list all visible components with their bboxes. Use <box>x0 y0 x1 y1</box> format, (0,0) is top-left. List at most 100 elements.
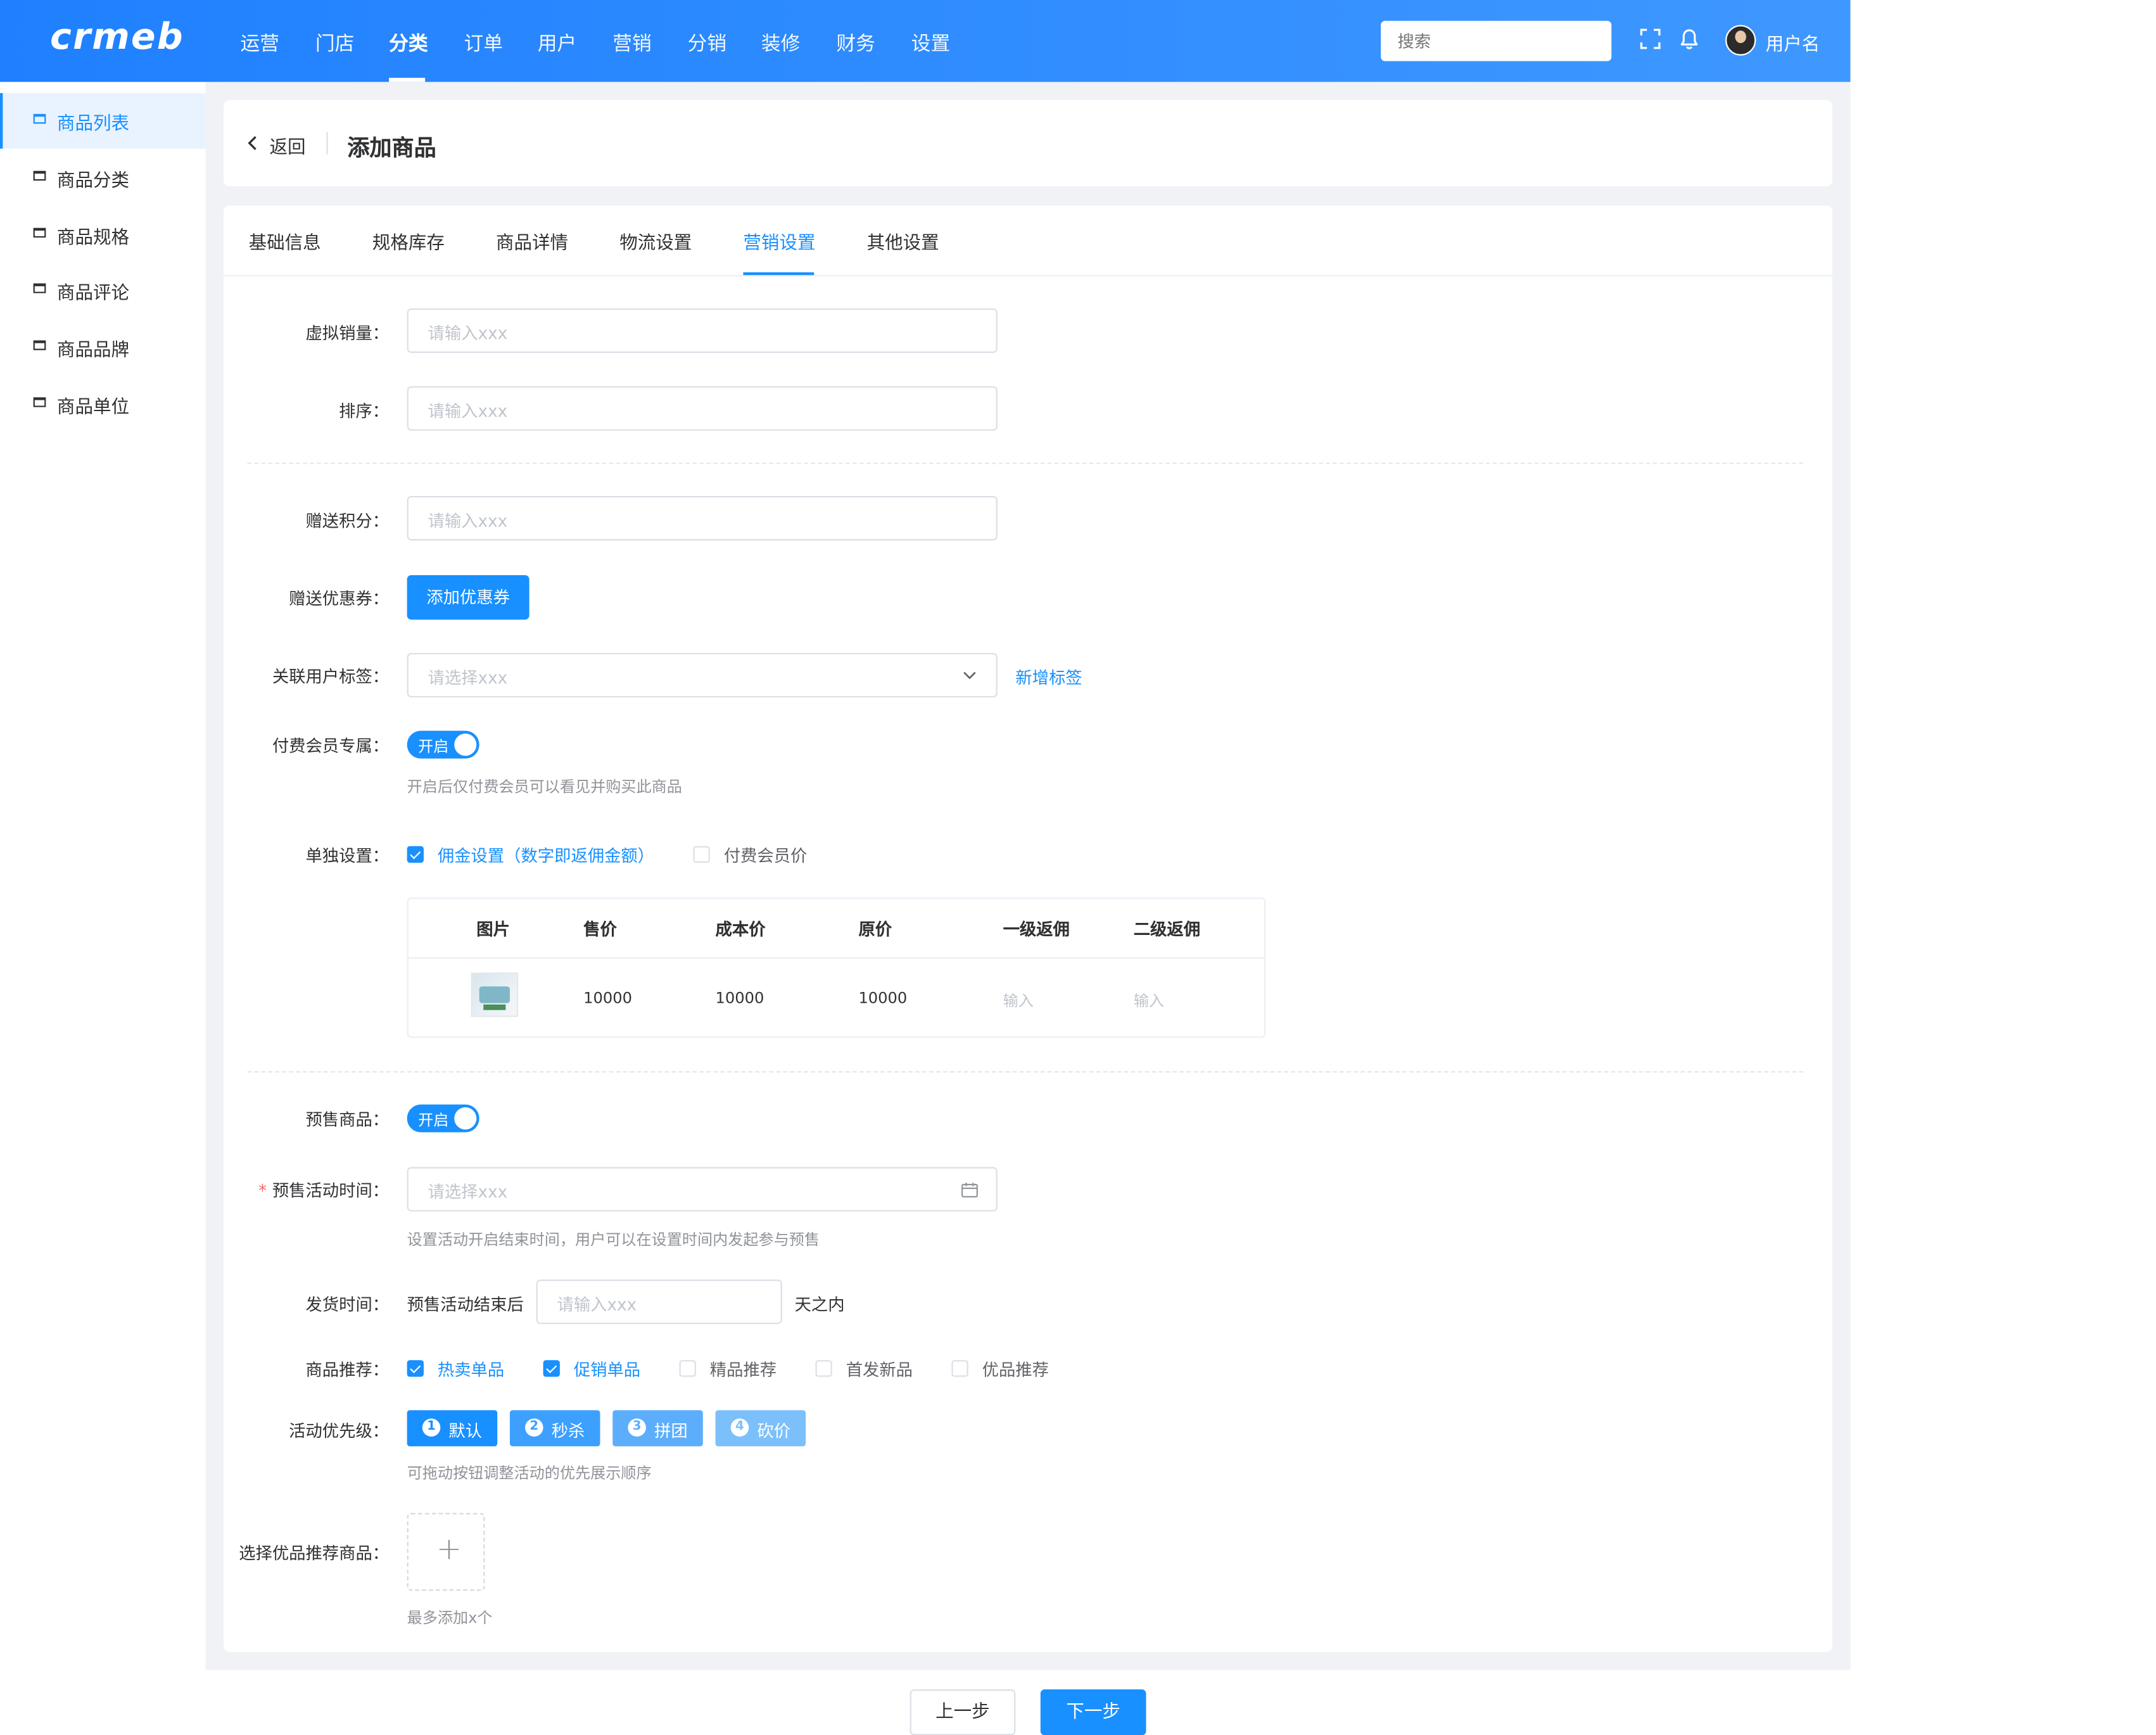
virtual-sales-label: 虚拟销量： <box>305 324 390 343</box>
hot-sale-checkbox-label[interactable]: 热卖单品 <box>438 1357 504 1381</box>
table-cell-cost: 10000 <box>715 989 764 1008</box>
single-setting-label: 单独设置： <box>305 846 390 866</box>
priority-number: 1 <box>422 1418 441 1437</box>
tab-other[interactable]: 其他设置 <box>867 228 939 254</box>
divider <box>326 132 328 155</box>
prev-step-button[interactable]: 上一步 <box>910 1689 1016 1735</box>
sidebar-item-product-spec[interactable]: 商品规格 <box>0 207 206 263</box>
boutique-checkbox[interactable] <box>679 1360 696 1377</box>
presale-time-label: * 预售活动时间： <box>111 1178 389 1202</box>
ship-days-placeholder: 请输入xxx <box>557 1295 637 1314</box>
back-link[interactable]: 返回 <box>270 132 306 158</box>
paid-member-hint: 开启后仅付费会员可以看见并购买此商品 <box>407 778 682 796</box>
points-label: 赠送积分： <box>305 511 390 531</box>
table-header-original: 原价 <box>858 919 892 939</box>
member-price-checkbox[interactable] <box>693 846 710 863</box>
nav-shezhi[interactable]: 设置 <box>911 29 950 57</box>
tab-basic-info[interactable]: 基础信息 <box>249 228 321 254</box>
ship-time-prefix: 预售活动结束后 <box>407 1295 524 1314</box>
priority-label: 活动优先级： <box>289 1421 390 1441</box>
priority-default-button[interactable]: 1 默认 <box>407 1410 498 1447</box>
switch-knob <box>454 734 477 756</box>
priority-group-button[interactable]: 3 拼团 <box>612 1410 703 1447</box>
nav-dingdan[interactable]: 订单 <box>464 29 503 57</box>
bell-icon[interactable] <box>1678 28 1701 50</box>
sidebar-item-label: 商品评论 <box>56 283 130 305</box>
promotion-checkbox-label[interactable]: 促销单品 <box>574 1357 640 1381</box>
nav-fenlei[interactable]: 分类 <box>389 29 428 57</box>
boutique-checkbox-label[interactable]: 精品推荐 <box>710 1357 777 1381</box>
nav-yunying[interactable]: 运营 <box>240 29 279 57</box>
fullscreen-icon[interactable] <box>1639 28 1661 50</box>
level1-commission-input[interactable]: 输入 <box>1003 989 1034 1012</box>
user-tag-placeholder: 请选择xxx <box>428 668 508 688</box>
commission-checkbox-label[interactable]: 佣金设置（数字即返佣金额） <box>438 843 654 867</box>
points-input[interactable]: 请输入xxx <box>407 496 998 541</box>
recommend-label: 商品推荐： <box>305 1360 390 1380</box>
presale-time-picker[interactable]: 请选择xxx <box>407 1167 998 1212</box>
tab-product-detail[interactable]: 商品详情 <box>496 228 568 254</box>
virtual-sales-input[interactable]: 请输入xxx <box>407 308 998 353</box>
table-cell-price: 10000 <box>583 989 632 1008</box>
paid-member-label: 付费会员专属： <box>272 736 390 756</box>
next-step-button[interactable]: 下一步 <box>1040 1689 1146 1735</box>
required-mark: * <box>258 1181 267 1201</box>
priority-number: 4 <box>730 1418 749 1437</box>
window-icon <box>33 170 46 181</box>
quality-checkbox-label[interactable]: 优品推荐 <box>982 1357 1049 1381</box>
sidebar-item-product-category[interactable]: 商品分类 <box>0 150 206 206</box>
table-header-price: 售价 <box>583 919 617 939</box>
sidebar-item-product-list[interactable]: 商品列表 <box>0 92 206 149</box>
table-header-divider <box>408 957 1264 959</box>
product-thumbnail <box>471 972 519 1017</box>
priority-text: 拼团 <box>654 1421 688 1441</box>
tab-active-indicator <box>743 272 815 276</box>
window-icon <box>33 113 46 124</box>
commission-checkbox[interactable] <box>407 846 424 863</box>
quality-checkbox[interactable] <box>951 1360 968 1377</box>
priority-hint: 可拖动按钮调整活动的优先展示顺序 <box>407 1464 652 1483</box>
table-header-cost: 成本价 <box>715 919 766 939</box>
table-header-image: 图片 <box>476 919 510 939</box>
chevron-left-icon[interactable] <box>246 135 260 151</box>
add-coupon-button[interactable]: 添加优惠券 <box>407 575 529 620</box>
presale-switch[interactable]: 开启 <box>407 1104 479 1133</box>
priority-text: 秒杀 <box>551 1421 585 1441</box>
tab-logistics[interactable]: 物流设置 <box>619 228 692 254</box>
hot-sale-checkbox[interactable] <box>407 1360 424 1377</box>
switch-text: 开启 <box>418 737 449 756</box>
sidebar-item-label: 商品规格 <box>56 227 130 249</box>
nav-mendian[interactable]: 门店 <box>315 29 354 57</box>
nav-yonghu[interactable]: 用户 <box>538 29 576 57</box>
level2-commission-input[interactable]: 输入 <box>1134 989 1164 1012</box>
priority-seckill-button[interactable]: 2 秒杀 <box>509 1410 600 1447</box>
paid-member-switch[interactable]: 开启 <box>407 730 479 759</box>
priority-text: 默认 <box>448 1421 483 1441</box>
add-tag-link[interactable]: 新增标签 <box>1015 666 1082 689</box>
sort-input[interactable]: 请输入xxx <box>407 386 998 431</box>
priority-bargain-button[interactable]: 4 砍价 <box>715 1410 806 1447</box>
new-release-checkbox-label[interactable]: 首发新品 <box>846 1357 913 1381</box>
sidebar-item-product-review[interactable]: 商品评论 <box>0 263 206 319</box>
logo[interactable]: crmeb <box>50 16 184 58</box>
table-cell-original: 10000 <box>858 989 908 1008</box>
member-price-checkbox-label[interactable]: 付费会员价 <box>724 843 808 867</box>
window-icon <box>33 283 46 293</box>
avatar[interactable] <box>1725 25 1756 56</box>
user-tag-select[interactable]: 请选择xxx <box>407 652 998 698</box>
tab-spec-stock[interactable]: 规格库存 <box>372 228 445 254</box>
search-input[interactable] <box>1381 20 1612 61</box>
ship-days-input[interactable]: 请输入xxx <box>536 1280 782 1325</box>
new-release-checkbox[interactable] <box>815 1360 832 1377</box>
tab-marketing[interactable]: 营销设置 <box>743 228 815 254</box>
nav-yingxiao[interactable]: 营销 <box>612 29 651 57</box>
nav-caiwu[interactable]: 财务 <box>836 29 875 57</box>
virtual-sales-placeholder: 请输入xxx <box>428 324 508 343</box>
nav-zhuangxiu[interactable]: 装修 <box>761 29 800 57</box>
section-divider <box>247 1071 1803 1073</box>
username[interactable]: 用户名 <box>1766 29 1820 56</box>
recommend-goods-label: 选择优品推荐商品： <box>239 1543 390 1563</box>
promotion-checkbox[interactable] <box>543 1360 560 1377</box>
nav-fenxiao[interactable]: 分销 <box>688 29 726 57</box>
add-recommend-goods-button[interactable]: + <box>407 1513 485 1591</box>
